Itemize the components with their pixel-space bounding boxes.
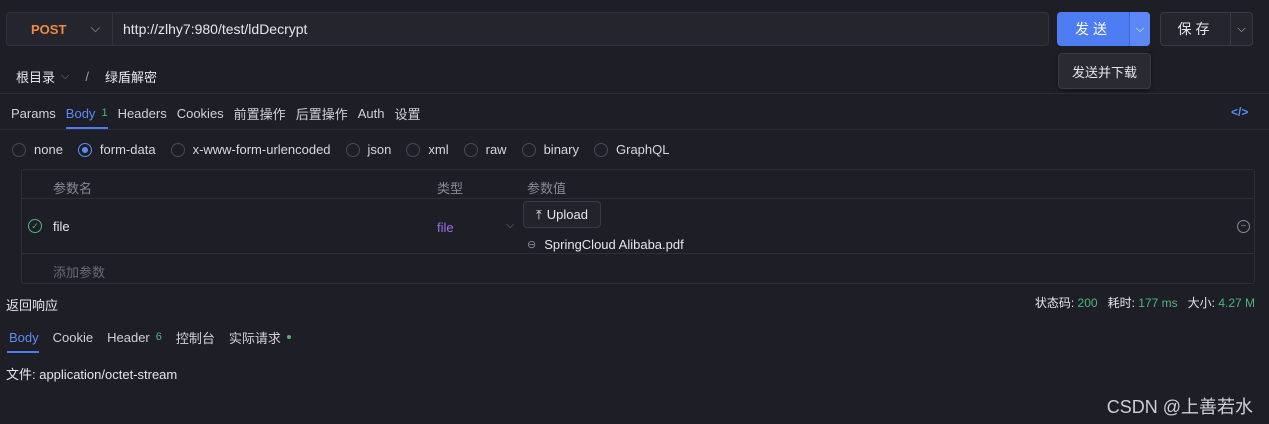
breadcrumb-current: 绿盾解密 bbox=[104, 70, 157, 85]
paperclip-icon: ⊘ bbox=[523, 237, 539, 253]
response-tab-cookie[interactable]: Cookie bbox=[46, 322, 100, 352]
radio-none[interactable]: none bbox=[12, 142, 63, 157]
response-tab-actual-request[interactable]: 实际请求 bbox=[222, 322, 298, 352]
params-table: 参数名 类型 参数值 ✓ file file ⌵ ⤒ Upload ⊘ Spri… bbox=[21, 169, 1255, 284]
status-label: 状态码: bbox=[1034, 296, 1075, 310]
radio-circle[interactable] bbox=[406, 142, 421, 157]
radio-graphql[interactable]: GraphQL bbox=[594, 142, 669, 157]
chevron-down-icon[interactable]: ⌵ bbox=[61, 70, 69, 83]
remove-row-icon[interactable]: − bbox=[1237, 220, 1250, 233]
chevron-down-icon[interactable]: ⌵ bbox=[506, 219, 514, 232]
url-bar: POST ⌵ http://zlhy7:980/test/ldDecrypt bbox=[6, 12, 1049, 46]
response-tabs: Body Cookie Header 6 控制台 实际请求 bbox=[0, 322, 298, 353]
param-name[interactable]: file bbox=[53, 219, 70, 234]
check-circle-icon[interactable]: ✓ bbox=[28, 219, 42, 233]
tab-post-request[interactable]: 后置操作 bbox=[291, 98, 353, 128]
time-value: 177 ms bbox=[1138, 296, 1178, 310]
tab-params[interactable]: Params bbox=[0, 98, 61, 128]
radio-circle[interactable] bbox=[345, 142, 360, 157]
radio-circle[interactable] bbox=[77, 142, 92, 157]
file-name: SpringCloud Alibaba.pdf bbox=[544, 237, 684, 252]
send-button-label: 发送 bbox=[1075, 21, 1111, 37]
tab-body[interactable]: Body 1 bbox=[61, 98, 113, 129]
status-value: 200 bbox=[1077, 296, 1098, 310]
radio-circle[interactable] bbox=[12, 142, 26, 157]
response-tab-header[interactable]: Header 6 bbox=[100, 322, 169, 352]
radio-binary[interactable]: binary bbox=[521, 142, 579, 157]
radio-circle[interactable] bbox=[594, 142, 608, 157]
column-header-value: 参数值 bbox=[527, 181, 567, 196]
upload-icon: ⤒ bbox=[536, 206, 542, 222]
send-button[interactable]: 发送 ⌵ bbox=[1057, 12, 1150, 46]
upload-label: Upload bbox=[546, 207, 588, 222]
breadcrumb-root[interactable]: 根目录 bbox=[16, 67, 55, 86]
tab-pre-request[interactable]: 前置操作 bbox=[229, 98, 291, 128]
radio-circle[interactable] bbox=[170, 142, 185, 157]
status-dot-icon bbox=[286, 335, 291, 339]
url-input[interactable]: http://zlhy7:980/test/ldDecrypt bbox=[113, 21, 307, 37]
method-select[interactable]: POST ⌵ bbox=[7, 13, 113, 45]
response-file-info: 文件: application/octet-stream bbox=[6, 367, 178, 382]
tab-badge: 6 bbox=[155, 331, 162, 343]
tab-settings[interactable]: 设置 bbox=[389, 98, 425, 128]
add-param-input[interactable]: 添加参数 bbox=[53, 262, 105, 281]
tab-badge: 1 bbox=[101, 107, 108, 119]
upload-button[interactable]: ⤒ Upload bbox=[523, 201, 601, 228]
send-dropdown-chevron-icon[interactable]: ⌵ bbox=[1129, 12, 1150, 46]
radio-json[interactable]: json bbox=[345, 142, 391, 157]
response-title: 返回响应 bbox=[6, 298, 59, 313]
response-tab-body[interactable]: Body bbox=[0, 322, 46, 353]
tab-auth[interactable]: Auth bbox=[353, 98, 390, 128]
tab-cookies[interactable]: Cookies bbox=[172, 98, 229, 128]
divider bbox=[0, 93, 1269, 94]
response-tab-console[interactable]: 控制台 bbox=[169, 322, 222, 352]
watermark: CSDN @上善若水 bbox=[1106, 397, 1253, 417]
radio-raw[interactable]: raw bbox=[463, 142, 507, 157]
save-dropdown-chevron-icon[interactable]: ⌵ bbox=[1230, 13, 1252, 45]
column-header-name: 参数名 bbox=[53, 181, 93, 196]
size-label: 大小: bbox=[1187, 296, 1215, 310]
chevron-down-icon: ⌵ bbox=[90, 21, 100, 35]
breadcrumb-separator: / bbox=[85, 69, 89, 84]
time-label: 耗时: bbox=[1107, 296, 1135, 310]
save-button-label: 保存 bbox=[1177, 21, 1214, 37]
size-value: 4.27 M bbox=[1218, 296, 1255, 310]
body-type-radio-group: none form-data x-www-form-urlencoded jso… bbox=[12, 142, 684, 157]
response-stats: 状态码: 200 耗时: 177 ms 大小: 4.27 M bbox=[1035, 294, 1255, 311]
param-type[interactable]: file bbox=[437, 220, 454, 235]
radio-circle[interactable] bbox=[463, 142, 478, 157]
attached-file: ⊘ SpringCloud Alibaba.pdf bbox=[523, 237, 684, 253]
table-header: 参数名 类型 参数值 bbox=[22, 170, 1254, 199]
method-label: POST bbox=[31, 21, 67, 37]
radio-x-www-form-urlencoded[interactable]: x-www-form-urlencoded bbox=[170, 142, 331, 157]
divider bbox=[0, 129, 1269, 130]
breadcrumb: 根目录 ⌵ / 绿盾解密 bbox=[16, 67, 157, 86]
radio-form-data[interactable]: form-data bbox=[77, 142, 156, 157]
request-tabs: Params Body 1 Headers Cookies 前置操作 后置操作 A… bbox=[0, 98, 425, 129]
save-button[interactable]: 保存 ⌵ bbox=[1160, 12, 1253, 46]
radio-circle[interactable] bbox=[521, 142, 536, 157]
tab-headers[interactable]: Headers bbox=[113, 98, 172, 128]
code-icon[interactable]: </> bbox=[1231, 105, 1248, 119]
column-header-type: 类型 bbox=[437, 181, 464, 196]
send-and-download-menu-item[interactable]: 发送并下载 bbox=[1058, 53, 1151, 89]
table-row: ✓ file file ⌵ ⤒ Upload ⊘ SpringCloud Ali… bbox=[22, 199, 1254, 254]
radio-xml[interactable]: xml bbox=[406, 142, 449, 157]
